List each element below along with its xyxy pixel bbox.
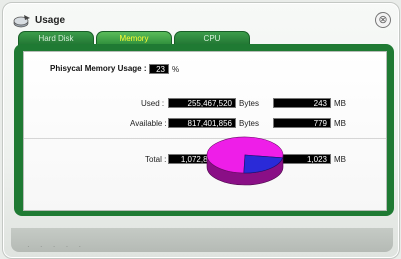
memory-pie-chart [206,136,284,186]
used-bytes-value: 255,467,520 [168,98,236,108]
status-strip: · · · · · [11,228,393,252]
close-button[interactable]: ⊗ [375,12,391,28]
available-bytes-unit: Bytes [239,119,260,128]
total-mb-unit: MB [334,155,346,164]
window-title: Usage [35,15,66,26]
memory-usage-unit: % [172,65,180,74]
used-bytes-unit: Bytes [239,99,260,108]
used-mb-value: 243 [273,98,331,108]
used-mb-unit: MB [334,99,346,108]
available-mb-unit: MB [334,119,346,128]
memory-usage-value: 23 [149,64,169,74]
resize-grip[interactable]: · · · · · [27,242,85,251]
memory-usage-label: Phisycal Memory Usage : [50,64,147,73]
available-bytes-value: 817,401,856 [168,118,236,128]
title-bar: Usage ⊗ [11,12,391,32]
usage-window: Usage ⊗ Hard Disk Memory CPU Phisycal Me… [2,2,400,259]
available-mb-value: 779 [273,118,331,128]
usage-icon [13,14,31,28]
available-label: Available : [130,119,167,128]
total-label: Total : [145,155,167,164]
memory-panel: Phisycal Memory Usage : 23 % Used : 255,… [14,44,394,216]
tab-bar: Hard Disk Memory CPU [18,31,258,46]
used-label: Used : [141,99,165,108]
